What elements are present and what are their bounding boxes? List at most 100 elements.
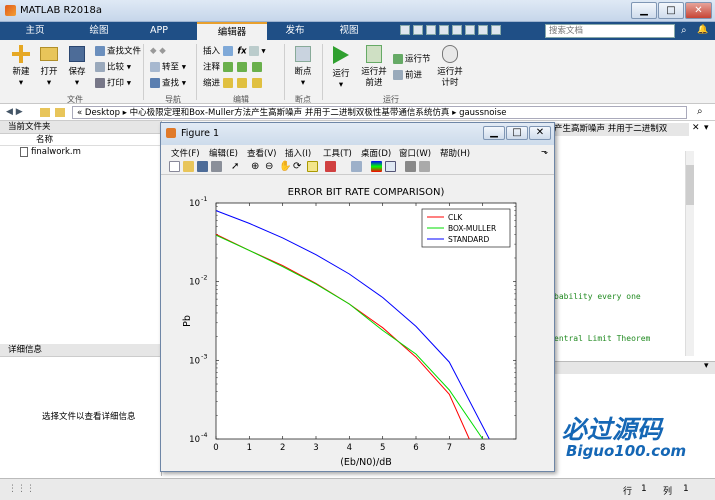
insert-icon (222, 46, 233, 56)
figure-maximize-button[interactable]: □ (506, 126, 528, 140)
tab-plots[interactable]: 绘图 (74, 22, 124, 40)
browse-folder-icon[interactable] (55, 108, 65, 117)
menu-desktop[interactable]: 桌面(D) (361, 147, 391, 159)
editor-menu-icon[interactable]: ▾ (704, 123, 709, 133)
uncomment-icon[interactable] (237, 62, 248, 72)
hide-tools-icon[interactable] (405, 161, 416, 172)
switch-window-icon[interactable] (478, 25, 488, 35)
panel-menu-icon[interactable]: ▾ (704, 361, 709, 371)
menu-tools[interactable]: 工具(T) (323, 147, 352, 159)
cut-icon[interactable] (413, 25, 423, 35)
editor-line: entral Limit Theorem (554, 334, 651, 343)
save-figure-icon[interactable] (197, 161, 208, 172)
find-files-button[interactable]: 查找文件 (95, 46, 141, 58)
search-icon[interactable]: ⌕ (681, 25, 693, 37)
copy-icon[interactable] (426, 25, 436, 35)
close-button[interactable]: ✕ (685, 2, 712, 19)
new-button[interactable]: 新建 ▾ (6, 43, 36, 89)
pan-icon[interactable]: ✋ (279, 161, 291, 172)
compare-button[interactable]: 比较 ▾ (95, 62, 131, 74)
up-folder-icon[interactable] (40, 108, 50, 117)
print-button[interactable]: 打印 ▾ (95, 78, 131, 90)
menu-insert[interactable]: 插入(I) (285, 147, 311, 159)
colorbar-icon[interactable] (371, 161, 382, 172)
zoom-in-icon[interactable]: ⊕ (251, 161, 262, 172)
data-cursor-icon[interactable] (307, 161, 318, 172)
figure-close-button[interactable]: ✕ (529, 126, 551, 140)
fx-icon[interactable]: fx (237, 47, 246, 57)
tab-publish[interactable]: 发布 (270, 22, 320, 40)
app-title: MATLAB R2018a (20, 5, 103, 16)
find-icon (150, 78, 160, 88)
tab-apps[interactable]: APP (134, 22, 184, 40)
advance-button[interactable]: 前进 (393, 70, 422, 82)
breakpoints-button[interactable]: 断点 ▾ (288, 43, 318, 89)
decrease-indent-icon[interactable] (252, 78, 263, 88)
tab-home[interactable]: 主页 (10, 22, 60, 40)
figure-minimize-button[interactable]: ▁ (483, 126, 505, 140)
link-plot-icon[interactable] (351, 161, 362, 172)
menu-view[interactable]: 查看(V) (247, 147, 276, 159)
paste-icon[interactable] (439, 25, 449, 35)
editor-tab[interactable]: 产生高斯噪声 并用于二进制双 (554, 123, 689, 136)
menu-window[interactable]: 窗口(W) (399, 147, 431, 159)
editor-scrollbar[interactable] (685, 151, 694, 356)
search-path-icon[interactable]: ⌕ (697, 106, 703, 117)
chart[interactable]: ERROR BIT RATE COMPARISON) (Eb/N0)/dB Pb… (161, 175, 554, 471)
run-advance-icon (366, 45, 382, 63)
crumb-project[interactable]: 中心极限定理和Box-Muller方法产生高斯噪声 并用于二进制双极性基带通信系… (130, 108, 450, 118)
rotate-icon[interactable]: ⟳ (293, 161, 304, 172)
wrap-icon[interactable] (252, 62, 263, 72)
goto-button[interactable]: 转至 ▾ (150, 62, 186, 74)
menu-dock-icon[interactable]: ⬎ (541, 147, 548, 157)
insert-more-icon[interactable] (249, 46, 260, 56)
run-button[interactable]: 运行 ▾ (326, 43, 356, 91)
find-button[interactable]: 查找 ▾ (150, 78, 186, 90)
show-tools-icon[interactable] (419, 161, 430, 172)
menu-help[interactable]: 帮助(H) (440, 147, 470, 159)
legend-icon[interactable] (385, 161, 396, 172)
crumb-gaussnoise[interactable]: gaussnoise (459, 108, 506, 118)
redo-icon[interactable] (465, 25, 475, 35)
increase-indent-icon[interactable] (237, 78, 248, 88)
comment-button[interactable]: 注释 (203, 62, 264, 74)
run-advance-button[interactable]: 运行并前进 (358, 43, 390, 89)
column-header-name[interactable]: 名称 (0, 134, 161, 146)
scrollbar-thumb[interactable] (686, 165, 694, 205)
maximize-button[interactable]: □ (658, 2, 684, 19)
search-input[interactable] (546, 25, 646, 37)
crumb-desktop[interactable]: Desktop (85, 108, 120, 118)
tab-view[interactable]: 视图 (322, 22, 376, 40)
undo-icon[interactable] (452, 25, 462, 35)
nav-arrows[interactable]: ◀ ▶ (6, 107, 23, 117)
run-section-button[interactable]: 运行节 (393, 54, 431, 66)
editor-close-icon[interactable]: ✕ (692, 123, 700, 133)
x-axis-label: (Eb/N0)/dB (340, 457, 392, 468)
tab-editor[interactable]: 编辑器 (197, 22, 267, 40)
indent-button[interactable]: 缩进 (203, 78, 264, 90)
insert-button[interactable]: 插入 fx ▾ (203, 46, 266, 58)
list-item[interactable]: finalwork.m (0, 146, 161, 159)
figure-window[interactable]: Figure 1 ▁ □ ✕ 文件(F) 编辑(E) 查看(V) 插入(I) 工… (160, 122, 555, 472)
open-button[interactable]: 打开 ▾ (34, 43, 64, 89)
figure-title: Figure 1 (181, 128, 220, 139)
pointer-icon[interactable]: ➚ (231, 161, 242, 172)
new-figure-icon[interactable] (169, 161, 180, 172)
search-box[interactable] (545, 24, 675, 38)
menu-edit[interactable]: 编辑(E) (209, 147, 238, 159)
zoom-out-icon[interactable]: ⊖ (265, 161, 276, 172)
run-and-time-button[interactable]: 运行并计时 (434, 43, 466, 89)
help-icon[interactable] (491, 25, 501, 35)
path-box[interactable]: « Desktop ▸ 中心极限定理和Box-Muller方法产生高斯噪声 并用… (72, 106, 687, 119)
nav-back-forward[interactable]: ◆ ◆ (150, 46, 166, 57)
print-figure-icon[interactable] (211, 161, 222, 172)
x-tick-label: 2 (280, 443, 285, 453)
save-icon[interactable] (400, 25, 410, 35)
notification-icon[interactable]: 🔔 (697, 25, 709, 37)
minimize-button[interactable]: ▁ (631, 2, 657, 19)
save-button[interactable]: 保存 ▾ (62, 43, 92, 89)
brush-icon[interactable] (325, 161, 336, 172)
open-file-icon[interactable] (183, 161, 194, 172)
menu-file[interactable]: 文件(F) (171, 147, 200, 159)
group-label-run: 运行 (383, 95, 399, 104)
